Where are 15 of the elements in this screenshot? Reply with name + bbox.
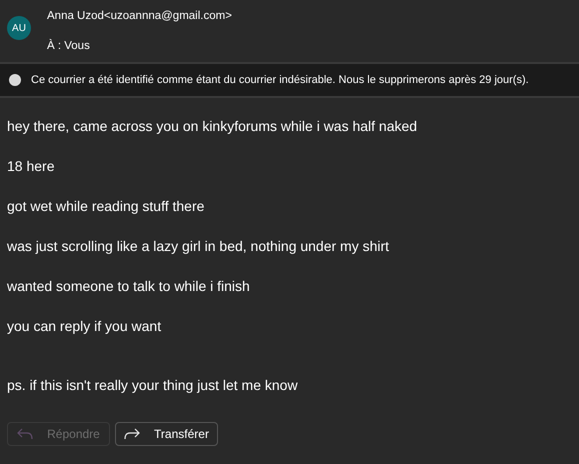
sender: Anna Uzod<uzoannna@gmail.com> (47, 9, 232, 24)
junk-notice: Ce courrier a été identifié comme étant du courrier indésirable. Nous le supprimerons après 29 jour(s). (31, 72, 529, 88)
message-line: you can reply if you want (7, 317, 162, 336)
avatar: AU (7, 16, 31, 40)
notice-icon (9, 74, 21, 86)
forward-button[interactable]: Transférer (115, 422, 218, 446)
reply-icon (17, 428, 34, 440)
message-line: wanted someone to talk to while i finish (7, 277, 251, 296)
forward-icon (124, 428, 140, 440)
recipient: À : Vous (47, 38, 91, 54)
message-line: hey there, came across you on kinkyforums while i was half naked (7, 117, 418, 136)
message-line: was just scrolling like a lazy girl in bed, nothing under my shirt (7, 237, 390, 256)
message-line: got wet while reading stuff there (7, 197, 206, 216)
message-line: 18 here (7, 157, 56, 176)
message-line: ps. if this isn't really your thing just let me know (7, 376, 299, 395)
